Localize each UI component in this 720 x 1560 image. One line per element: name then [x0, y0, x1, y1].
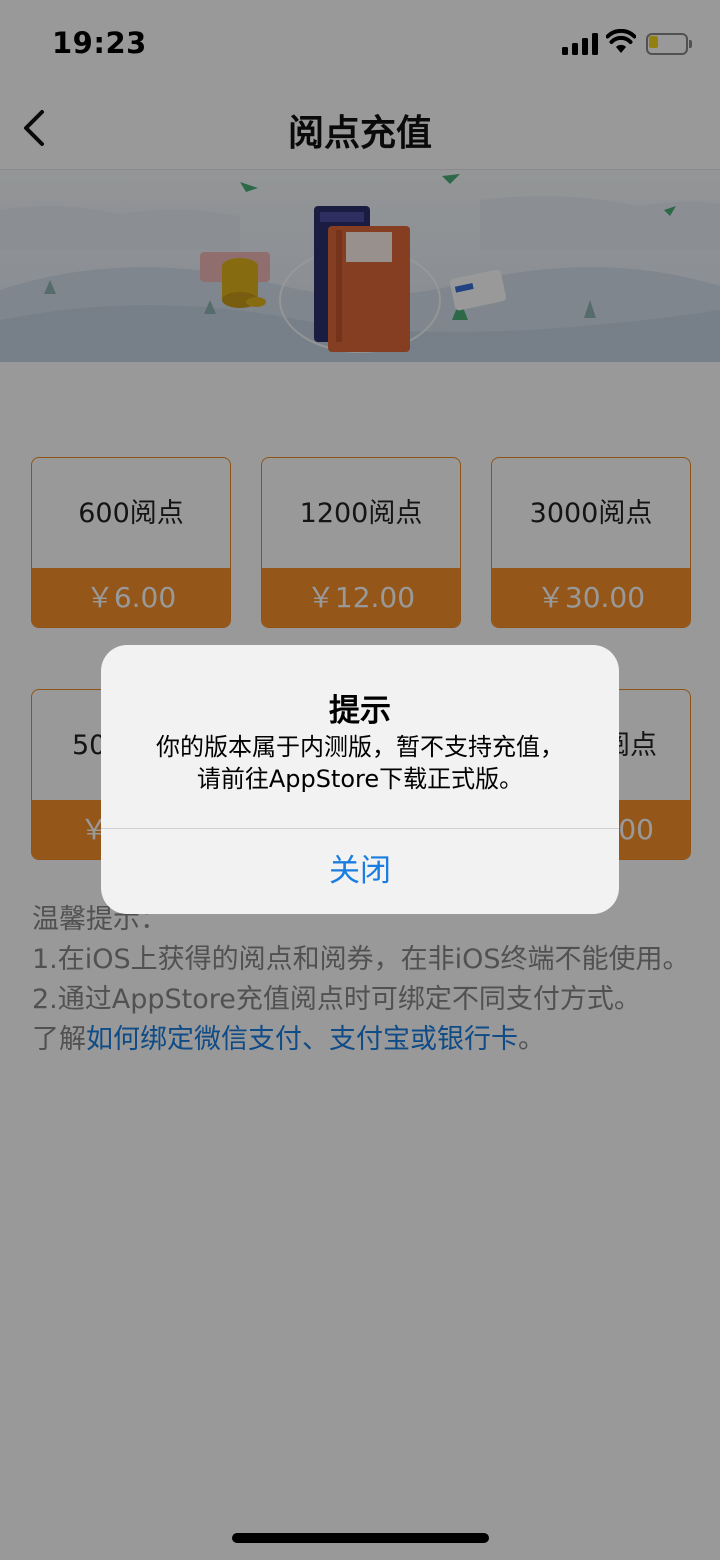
- dialog-message-line-2: 请前往AppStore下载正式版。: [196, 765, 524, 793]
- alert-dialog: 提示 你的版本属于内测版，暂不支持充值， 请前往AppStore下载正式版。 关…: [101, 645, 619, 914]
- dialog-message-line-1: 你的版本属于内测版，暂不支持充值，: [156, 733, 564, 761]
- dialog-title: 提示: [329, 693, 391, 729]
- dialog-message: 你的版本属于内测版，暂不支持充值， 请前往AppStore下载正式版。: [121, 731, 599, 795]
- close-button[interactable]: 关闭: [101, 829, 619, 914]
- recharge-page: 19:23 阅点充值 600阅点 ￥6.00 1200阅点 ￥12.00 300…: [0, 0, 720, 1560]
- home-indicator[interactable]: [232, 1533, 489, 1543]
